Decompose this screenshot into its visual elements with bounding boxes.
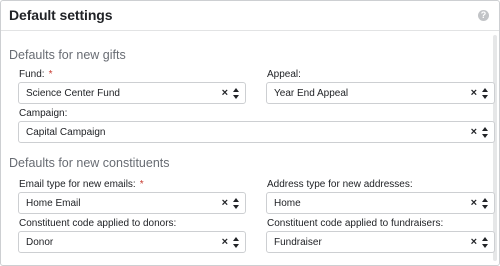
sort-arrows-icon xyxy=(482,198,488,209)
fundraiser-code-select-value: Fundraiser xyxy=(274,237,322,248)
fundraiser-code-select[interactable]: Fundraiser × xyxy=(266,231,495,253)
campaign-label: Campaign: xyxy=(19,108,68,119)
scrollbar[interactable] xyxy=(493,35,497,261)
sort-arrows-icon xyxy=(233,237,239,248)
clear-icon[interactable]: × xyxy=(471,236,477,248)
clear-icon[interactable]: × xyxy=(471,197,477,209)
campaign-select[interactable]: Capital Campaign × xyxy=(18,121,495,143)
appeal-label: Appeal: xyxy=(267,69,301,80)
required-asterisk: * xyxy=(139,179,144,190)
panel-header: Default settings ? xyxy=(1,1,499,31)
donor-code-select[interactable]: Donor × xyxy=(18,231,246,253)
required-asterisk: * xyxy=(48,69,53,80)
sort-arrows-icon xyxy=(482,88,488,99)
clear-icon[interactable]: × xyxy=(471,87,477,99)
donor-code-select-value: Donor xyxy=(26,237,54,248)
fund-label: Fund: * xyxy=(19,69,52,80)
sort-arrows-icon xyxy=(233,198,239,209)
default-settings-panel: Default settings ? Defaults for new gift… xyxy=(0,0,500,266)
appeal-select[interactable]: Year End Appeal × xyxy=(266,82,495,104)
sort-arrows-icon xyxy=(233,88,239,99)
email-type-label-text: Email type for new emails: xyxy=(19,179,136,190)
clear-icon[interactable]: × xyxy=(222,236,228,248)
clear-icon[interactable]: × xyxy=(222,87,228,99)
address-type-select[interactable]: Home × xyxy=(266,192,495,214)
donor-code-label: Constituent code applied to donors: xyxy=(19,218,177,229)
clear-icon[interactable]: × xyxy=(471,126,477,138)
campaign-select-value: Capital Campaign xyxy=(26,127,106,138)
email-type-select[interactable]: Home Email × xyxy=(18,192,246,214)
address-type-label: Address type for new addresses: xyxy=(267,179,413,190)
section-heading-gifts: Defaults for new gifts xyxy=(9,48,126,62)
email-type-select-value: Home Email xyxy=(26,198,81,209)
fundraiser-code-label: Constituent code applied to fundraisers: xyxy=(267,218,444,229)
fund-select[interactable]: Science Center Fund × xyxy=(18,82,246,104)
section-heading-constituents: Defaults for new constituents xyxy=(9,156,170,170)
fund-select-value: Science Center Fund xyxy=(26,88,120,99)
clear-icon[interactable]: × xyxy=(222,197,228,209)
address-type-select-value: Home xyxy=(274,198,301,209)
question-circle-icon[interactable]: ? xyxy=(478,10,489,21)
sort-arrows-icon xyxy=(482,127,488,138)
fund-label-text: Fund: xyxy=(19,69,45,80)
email-type-label: Email type for new emails: * xyxy=(19,179,144,190)
appeal-select-value: Year End Appeal xyxy=(274,88,349,99)
panel-title: Default settings xyxy=(9,7,113,23)
sort-arrows-icon xyxy=(482,237,488,248)
